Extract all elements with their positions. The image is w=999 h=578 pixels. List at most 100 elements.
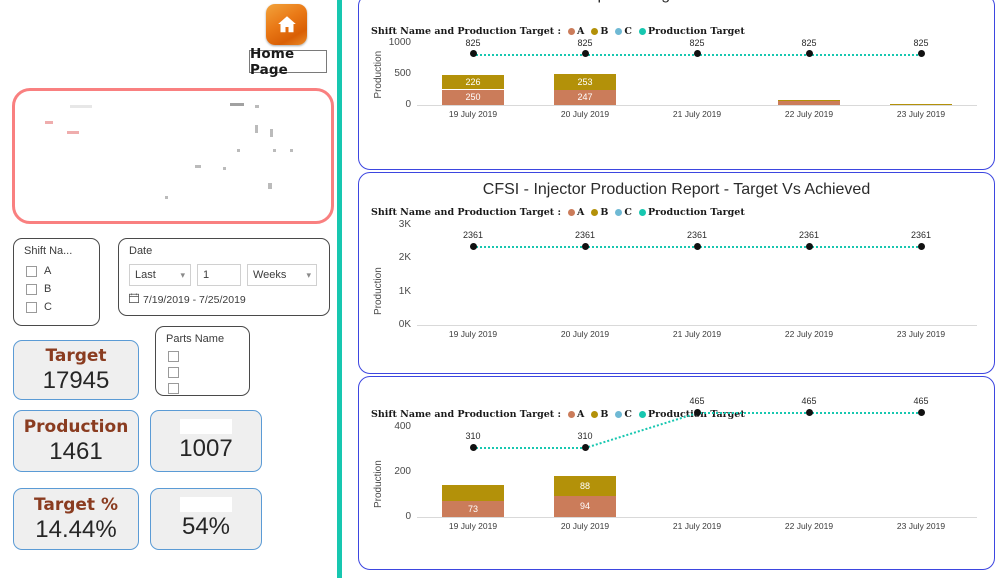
legend-item[interactable]: B (591, 409, 608, 420)
date-relative-value: Last (135, 269, 156, 281)
target-marker[interactable] (917, 242, 925, 250)
kpi-card-secondary-percent[interactable]: 54% (150, 488, 262, 550)
legend-item[interactable]: Production Target (638, 26, 745, 37)
shift-name-slicer[interactable]: Shift Na... A B C (13, 238, 100, 326)
target-marker[interactable] (469, 50, 477, 58)
legend-prefix: Shift Name and Production Target : (371, 26, 561, 37)
target-value-label: 825 (689, 37, 705, 48)
bar-value-label: 88 (579, 480, 590, 491)
legend-item[interactable]: C (615, 409, 632, 420)
bar-segment[interactable]: 94 (554, 495, 616, 517)
legend-item[interactable]: A (568, 207, 584, 218)
bar-segment[interactable]: 247 (554, 89, 616, 105)
bar-segment[interactable]: 253 (554, 74, 616, 90)
bar-segment[interactable]: 250 (442, 89, 504, 105)
legend-item[interactable]: C (615, 26, 632, 37)
date-range-display: 7/19/2019 - 7/25/2019 (129, 293, 246, 306)
chart-panel-2[interactable]: CFSI - Injector Production Report - Targ… (358, 172, 995, 374)
checkbox-icon[interactable] (168, 367, 179, 378)
parts-option-3[interactable] (168, 383, 186, 394)
target-marker[interactable] (581, 242, 589, 250)
checkbox-icon[interactable] (26, 283, 37, 295)
checkbox-icon[interactable] (26, 301, 37, 313)
chart-title: Report - Target Vs Achieved (359, 0, 994, 4)
kpi-card-production[interactable]: Production 1461 (13, 410, 139, 472)
legend-label: B (600, 26, 609, 37)
vertical-divider (337, 0, 342, 578)
legend-item[interactable]: C (615, 207, 632, 218)
chart-panel-1[interactable]: Report - Target Vs Achieved Shift Name an… (358, 0, 995, 170)
legend-item[interactable]: B (591, 207, 608, 218)
shift-option-a[interactable]: A (26, 265, 51, 277)
legend-item[interactable]: B (591, 26, 608, 37)
bar-segment[interactable]: 226 (442, 75, 504, 90)
shift-option-c[interactable]: C (26, 301, 52, 313)
target-marker[interactable] (581, 443, 589, 451)
target-marker[interactable] (805, 242, 813, 250)
bar-value-label: 226 (465, 77, 481, 88)
target-line-segment (809, 412, 921, 415)
parts-option-1[interactable] (168, 351, 186, 362)
legend-item[interactable]: Production Target (638, 207, 745, 218)
parts-option-2[interactable] (168, 367, 186, 378)
kpi-card-target[interactable]: Target 17945 (13, 340, 139, 400)
target-marker[interactable] (693, 408, 701, 416)
date-relative-dropdown[interactable]: Last ▾ (129, 264, 191, 286)
bar-segment[interactable] (442, 484, 504, 501)
legend-item[interactable]: A (568, 26, 584, 37)
legend-swatch-icon (568, 28, 575, 35)
kpi-card-production-value: 1461 (49, 437, 103, 465)
checkbox-icon[interactable] (168, 383, 179, 394)
target-value-label: 2361 (798, 230, 820, 241)
target-value-label: 825 (913, 37, 929, 48)
y-axis-tick: 3K (398, 219, 411, 230)
target-marker[interactable] (469, 443, 477, 451)
bar-segment[interactable]: 73 (442, 500, 504, 517)
calendar-icon (129, 293, 139, 306)
shift-option-a-label: A (44, 265, 52, 277)
date-slicer-title: Date (129, 245, 153, 257)
shift-option-b[interactable]: B (26, 283, 51, 295)
date-count-input[interactable]: 1 (197, 264, 241, 286)
x-axis-tick: 20 July 2019 (560, 329, 610, 339)
target-marker[interactable] (917, 50, 925, 58)
legend-label: A (577, 207, 585, 218)
kpi-card-secondary-percent-value: 54% (181, 513, 231, 540)
target-marker[interactable] (805, 408, 813, 416)
dashboard-root: Home Page Shift Na... A B C Date Last ▾ … (0, 0, 999, 578)
legend-swatch-icon (591, 209, 599, 216)
bar-segment[interactable]: 88 (554, 476, 616, 496)
home-button[interactable] (266, 4, 307, 45)
checkbox-icon[interactable] (168, 351, 179, 362)
kpi-card-secondary-count-value: 1007 (179, 435, 233, 462)
checkbox-icon[interactable] (26, 265, 37, 277)
target-marker[interactable] (581, 50, 589, 58)
date-range-text: 7/19/2019 - 7/25/2019 (143, 293, 246, 306)
kpi-card-target-percent[interactable]: Target % 14.44% (13, 488, 139, 550)
home-page-label[interactable]: Home Page (249, 46, 327, 78)
bar-value-label: 250 (465, 92, 481, 103)
target-marker[interactable] (917, 408, 925, 416)
chart-legend: Shift Name and Production Target : A B C Pro… (371, 26, 745, 37)
shift-slicer-title: Shift Na... (24, 245, 73, 257)
x-axis-tick: 21 July 2019 (672, 521, 722, 531)
target-marker[interactable] (693, 242, 701, 250)
chart-legend: Shift Name and Production Target : A B C Pro… (371, 207, 745, 218)
date-unit-dropdown[interactable]: Weeks ▾ (247, 264, 317, 286)
legend-item[interactable]: A (568, 409, 584, 420)
target-marker[interactable] (805, 50, 813, 58)
legend-label: Production Target (647, 207, 745, 218)
target-marker[interactable] (469, 242, 477, 250)
kpi-card-secondary-count[interactable]: 1007 (150, 410, 262, 472)
date-slicer[interactable]: Date Last ▾ 1 Weeks ▾ 7/19/2019 - 7/25/2… (118, 238, 330, 316)
target-line-segment (473, 447, 585, 450)
chart-title: CFSI - Injector Production Report - Targ… (482, 181, 871, 198)
bar-segment[interactable] (778, 99, 840, 102)
x-axis-tick: 21 July 2019 (672, 329, 722, 339)
chart-panel-3[interactable]: Shift Name and Production Target : A B C Pro… (358, 376, 995, 570)
target-value-label: 465 (801, 396, 817, 407)
legend-label: C (624, 409, 632, 420)
x-axis-tick: 22 July 2019 (784, 109, 834, 119)
parts-name-slicer[interactable]: Parts Name (155, 326, 250, 396)
target-marker[interactable] (693, 50, 701, 58)
